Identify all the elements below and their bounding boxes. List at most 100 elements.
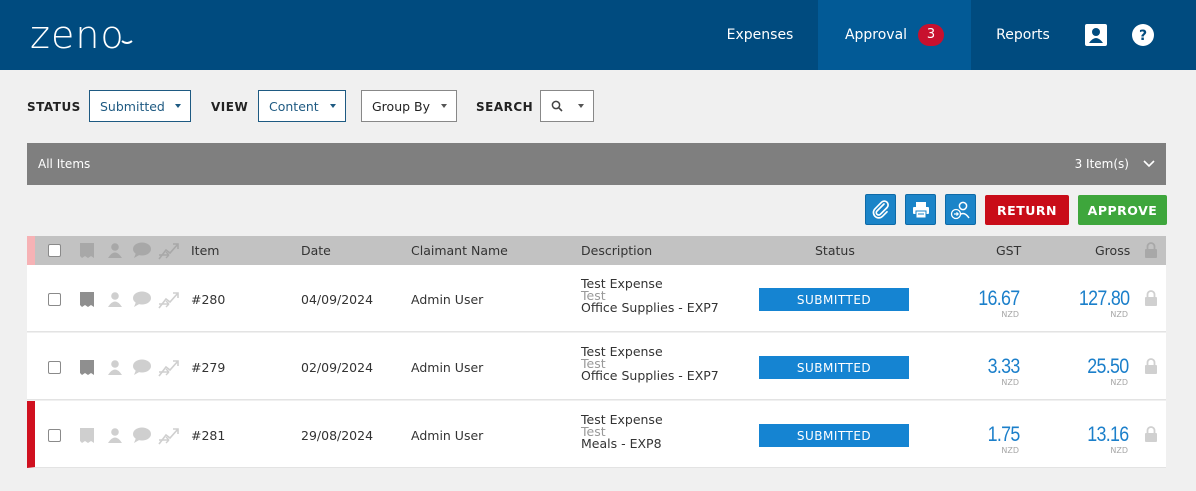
claimant-name: Admin User xyxy=(411,360,484,375)
receipt-icon xyxy=(80,243,94,258)
status-dropdown-value: Submitted xyxy=(100,98,165,114)
group-by-dropdown-value: Group By xyxy=(372,98,431,114)
status-badge: SUBMITTED xyxy=(759,424,909,447)
gross-amount: 25.50 xyxy=(1087,355,1130,378)
table-row[interactable]: #280 04/09/2024 Admin User Test Expense … xyxy=(27,265,1166,332)
status-badge: SUBMITTED xyxy=(759,288,909,311)
user-forward-icon xyxy=(950,201,970,219)
nav-approval[interactable]: Approval 3 xyxy=(818,0,971,70)
item-date: 29/08/2024 xyxy=(301,428,374,443)
help-icon[interactable]: ? xyxy=(1132,24,1154,46)
item-date: 02/09/2024 xyxy=(301,360,374,375)
view-filter-label: VIEW xyxy=(211,100,249,114)
trend-arrows-icon xyxy=(158,243,179,260)
group-by-dropdown[interactable]: Group By xyxy=(361,90,457,122)
nav-reports[interactable]: Reports xyxy=(981,0,1065,70)
chevron-down-icon xyxy=(441,104,447,108)
nav-expenses-label: Expenses xyxy=(726,27,794,43)
gst-currency: NZD xyxy=(1001,446,1019,455)
view-dropdown[interactable]: Content xyxy=(258,90,346,122)
svg-text:zeno: zeno xyxy=(30,14,125,54)
column-header-date[interactable]: Date xyxy=(301,243,331,258)
status-filter-label: STATUS xyxy=(27,100,81,114)
comment-icon xyxy=(133,242,151,258)
view-dropdown-value: Content xyxy=(269,98,319,114)
nav-approval-label: Approval xyxy=(844,27,908,43)
gst-amount: 3.33 xyxy=(987,355,1021,378)
trend-arrows-icon xyxy=(158,292,179,309)
attachment-button[interactable] xyxy=(865,194,896,225)
row-checkbox[interactable] xyxy=(48,293,61,306)
paperclip-icon xyxy=(872,199,889,219)
approve-button[interactable]: APPROVE xyxy=(1078,195,1167,225)
lock-icon xyxy=(1145,426,1157,442)
status-badge: SUBMITTED xyxy=(759,356,909,379)
nav-expenses[interactable]: Expenses xyxy=(708,0,812,70)
claimant-name: Admin User xyxy=(411,292,484,307)
user-icon xyxy=(108,243,122,258)
select-all-checkbox[interactable] xyxy=(48,244,61,257)
gst-currency: NZD xyxy=(1001,378,1019,387)
group-header-bar[interactable]: All Items 3 Item(s) xyxy=(27,143,1166,185)
user-profile-icon[interactable] xyxy=(1085,24,1107,46)
column-header-claimant[interactable]: Claimant Name xyxy=(411,243,508,258)
nav-reports-label: Reports xyxy=(996,27,1050,43)
row-checkbox[interactable] xyxy=(48,361,61,374)
column-header-gross[interactable]: Gross xyxy=(1095,243,1130,258)
comment-icon[interactable] xyxy=(131,358,153,376)
table-row[interactable]: #279 02/09/2024 Admin User Test Expense … xyxy=(27,333,1166,400)
item-number: #279 xyxy=(191,360,226,375)
item-number: #280 xyxy=(191,292,226,307)
zeno-logo[interactable]: zeno xyxy=(30,13,142,58)
chevron-down-icon xyxy=(330,104,336,108)
gross-currency: NZD xyxy=(1110,378,1128,387)
group-item-count: 3 Item(s) xyxy=(1074,157,1129,171)
chevron-down-icon[interactable] xyxy=(1142,155,1156,171)
user-icon xyxy=(108,292,122,307)
description-category: Office Supplies - EXP7 xyxy=(581,300,719,315)
search-icon xyxy=(551,100,563,112)
lock-icon xyxy=(1145,358,1157,374)
search-dropdown[interactable] xyxy=(540,90,594,122)
column-header-status[interactable]: Status xyxy=(815,243,855,258)
column-header-description[interactable]: Description xyxy=(581,243,652,258)
comment-icon[interactable] xyxy=(131,290,153,308)
description-category: Meals - EXP8 xyxy=(581,436,662,451)
comment-icon[interactable] xyxy=(131,426,153,444)
column-header-item[interactable]: Item xyxy=(191,243,219,258)
item-description: Test Expense Test Office Supplies - EXP7 xyxy=(581,345,719,383)
approval-count-badge: 3 xyxy=(918,24,945,46)
receipt-icon[interactable] xyxy=(78,359,96,377)
table-header: Item Date Claimant Name Description Stat… xyxy=(27,236,1166,265)
trend-arrows-icon xyxy=(158,428,179,445)
receipt-icon[interactable] xyxy=(78,291,96,309)
gross-currency: NZD xyxy=(1110,446,1128,455)
row-checkbox[interactable] xyxy=(48,429,61,442)
gst-amount: 1.75 xyxy=(987,423,1021,446)
table-row[interactable]: #281 29/08/2024 Admin User Test Expense … xyxy=(27,401,1166,468)
return-button[interactable]: RETURN xyxy=(985,195,1069,225)
print-button[interactable] xyxy=(905,194,936,225)
gross-amount: 127.80 xyxy=(1078,287,1129,310)
trend-arrows-icon xyxy=(158,360,179,377)
user-icon xyxy=(108,360,122,375)
claimant-name: Admin User xyxy=(411,428,484,443)
printer-icon xyxy=(912,201,929,218)
item-description: Test Expense Test Meals - EXP8 xyxy=(581,413,663,451)
gst-currency: NZD xyxy=(1001,310,1019,319)
column-header-gst[interactable]: GST xyxy=(996,243,1021,258)
user-icon xyxy=(108,428,122,443)
receipt-icon xyxy=(80,428,94,443)
gross-amount: 13.16 xyxy=(1087,423,1130,446)
group-title: All Items xyxy=(38,157,91,171)
gst-amount: 16.67 xyxy=(978,287,1021,310)
status-dropdown[interactable]: Submitted xyxy=(89,90,191,122)
item-date: 04/09/2024 xyxy=(301,292,374,307)
forward-approver-button[interactable] xyxy=(945,194,976,225)
svg-text:?: ? xyxy=(1139,28,1147,44)
chevron-down-icon xyxy=(175,104,181,108)
description-category: Office Supplies - EXP7 xyxy=(581,368,719,383)
chevron-down-icon xyxy=(578,104,584,108)
lock-icon xyxy=(1145,290,1157,306)
item-number: #281 xyxy=(191,428,226,443)
